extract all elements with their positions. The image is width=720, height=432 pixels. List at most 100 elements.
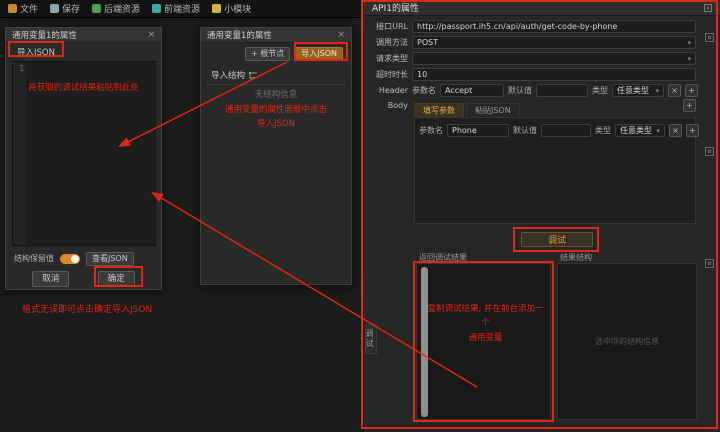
request-type-row: 请求类型 ▾ bbox=[370, 52, 696, 65]
annotation-line: 复制调试结果, 并在前台添加一个 bbox=[427, 304, 544, 329]
import-json-label: 导入JSON bbox=[17, 48, 55, 58]
request-type-label: 请求类型 bbox=[376, 54, 408, 63]
chevron-down-icon: ▾ bbox=[687, 54, 691, 63]
chevron-down-icon: ▾ bbox=[656, 126, 660, 135]
url-input[interactable] bbox=[412, 20, 696, 33]
file-icon bbox=[8, 4, 17, 13]
url-label: 接口URL bbox=[376, 22, 408, 31]
body-label: Body bbox=[387, 101, 408, 110]
tab-paste-json[interactable]: 粘贴JSON bbox=[466, 103, 520, 117]
dock-icon[interactable] bbox=[705, 259, 714, 268]
import-json-dialog: 通用变量1的属性 × 导入JSON 1 将获取的调试结果粘贴到此处 结构保留值 … bbox=[5, 27, 162, 290]
url-row: 接口URL bbox=[370, 20, 696, 33]
scrollbar[interactable] bbox=[421, 267, 428, 417]
annotation-result-hint: 复制调试结果, 并在前台添加一个 通用变量 bbox=[425, 302, 546, 345]
menu-item-save[interactable]: 保存 bbox=[50, 2, 80, 15]
close-icon[interactable]: × bbox=[147, 30, 155, 40]
keep-structure-row: 结构保留值 查看JSON bbox=[14, 252, 134, 266]
type-label: 类型 bbox=[592, 86, 608, 95]
annotation-panel-hint: 通用变量的属性面板中点击 导入JSON bbox=[201, 103, 351, 131]
backend-resources-icon bbox=[92, 4, 102, 13]
debug-result-box[interactable]: 复制调试结果, 并在前台添加一个 通用变量 bbox=[416, 263, 551, 420]
body-tabs: 填写参数 粘贴JSON bbox=[414, 103, 520, 117]
tab-fill-params[interactable]: 填写参数 bbox=[414, 103, 464, 117]
menubar: 文件 保存 后端资源 前端资源 小模块 bbox=[0, 0, 363, 18]
menu-item-label: 保存 bbox=[62, 5, 81, 15]
chevron-down-icon: ▾ bbox=[655, 86, 659, 95]
annotation-bottom-hint: 格式无误即可点击确定导入JSON bbox=[22, 305, 153, 315]
dialog-title: 通用变量1的属性 bbox=[207, 31, 272, 41]
import-structure-text: 导入结构 bbox=[211, 71, 246, 81]
dialog-title: 通用变量1的属性 bbox=[12, 31, 77, 41]
header-default-input[interactable] bbox=[536, 84, 588, 97]
body-params-panel: 参数名 默认值 类型 任意类型 ▾ × + bbox=[414, 117, 699, 224]
import-json-button[interactable]: 导入JSON bbox=[295, 47, 343, 61]
add-root-node-button[interactable]: + 根节点 bbox=[245, 47, 291, 61]
add-body-param-button[interactable]: + bbox=[683, 99, 696, 112]
type-label: 类型 bbox=[595, 126, 611, 135]
param-type-select[interactable]: 任意类型 ▾ bbox=[615, 124, 665, 137]
chevron-down-icon: ▾ bbox=[687, 38, 691, 47]
view-json-button[interactable]: 查看JSON bbox=[86, 252, 134, 266]
variable-properties-dialog: 通用变量1的属性 × + 根节点 导入JSON 导入结构 无结构信息 通用变量的… bbox=[200, 27, 352, 285]
menu-item-label: 后端资源 bbox=[104, 5, 141, 15]
header-label: Header bbox=[378, 86, 408, 95]
menu-item-file[interactable]: 文件 bbox=[8, 2, 38, 15]
api-panel-titlebar: API1的属性 bbox=[364, 0, 720, 16]
method-select[interactable]: POST ▾ bbox=[412, 36, 696, 49]
method-label: 调用方法 bbox=[376, 38, 408, 47]
menu-item-backend-resources[interactable]: 后端资源 bbox=[92, 2, 140, 15]
save-icon bbox=[50, 4, 60, 13]
header-type-value: 任意类型 bbox=[617, 86, 649, 95]
debug-side-tab[interactable]: 调试 bbox=[365, 324, 377, 354]
add-header-button[interactable]: + bbox=[685, 84, 698, 97]
dock-panel-icon[interactable] bbox=[704, 3, 712, 12]
structure-tree-icon bbox=[249, 71, 258, 79]
remove-param-button[interactable]: × bbox=[669, 124, 682, 137]
menu-item-frontend-resources[interactable]: 前端资源 bbox=[152, 2, 200, 15]
api-panel-title: API1的属性 bbox=[372, 4, 419, 14]
close-icon[interactable]: × bbox=[337, 30, 345, 40]
dialog-titlebar: 通用变量1的属性 × bbox=[6, 28, 161, 43]
header-param-input[interactable] bbox=[440, 84, 504, 97]
annotation-line: 通用变量的属性面板中点击 bbox=[224, 105, 327, 115]
menu-item-label: 文件 bbox=[20, 5, 39, 15]
divider bbox=[207, 84, 345, 85]
default-value-label: 默认值 bbox=[508, 86, 532, 95]
module-icon bbox=[212, 4, 222, 13]
app-root: 文件 保存 后端资源 前端资源 小模块 通用变量1的属性 × 导入JSON 1 bbox=[0, 0, 720, 432]
editor-gutter: 1 bbox=[13, 62, 26, 245]
remove-header-button[interactable]: × bbox=[668, 84, 681, 97]
cancel-button[interactable]: 取消 bbox=[32, 271, 70, 288]
header-row: Header 参数名 默认值 类型 任意类型 ▾ × + bbox=[370, 84, 698, 97]
result-structure-title: 结果结构 bbox=[560, 253, 592, 262]
dialog-buttons: 取消 确定 bbox=[6, 271, 161, 288]
header-type-select[interactable]: 任意类型 ▾ bbox=[612, 84, 664, 97]
add-param-button[interactable]: + bbox=[686, 124, 699, 137]
param-name-label: 参数名 bbox=[412, 86, 436, 95]
import-structure-label: 导入结构 bbox=[211, 69, 258, 81]
no-structure-text: 无结构信息 bbox=[254, 90, 298, 100]
param-default-input[interactable] bbox=[541, 124, 591, 137]
keep-structure-toggle[interactable] bbox=[60, 253, 80, 264]
frontend-resources-icon bbox=[152, 4, 162, 13]
api-properties-panel: API1的属性 接口URL 调用方法 POST ▾ 请求类型 ▾ 超时时长 bbox=[363, 0, 720, 432]
json-editor[interactable]: 1 bbox=[12, 61, 156, 246]
structure-actions: + 根节点 导入JSON bbox=[245, 47, 343, 61]
menu-item-module[interactable]: 小模块 bbox=[212, 2, 251, 15]
result-structure-box[interactable]: 选中项的结构信息 bbox=[557, 263, 697, 420]
param-name-input[interactable] bbox=[447, 124, 509, 137]
request-type-select[interactable]: ▾ bbox=[412, 52, 696, 65]
menu-item-label: 前端资源 bbox=[164, 5, 201, 15]
annotation-line: 导入JSON bbox=[257, 119, 295, 130]
method-row: 调用方法 POST ▾ bbox=[370, 36, 696, 49]
menu-item-label: 小模块 bbox=[224, 5, 252, 15]
default-value-label: 默认值 bbox=[513, 126, 537, 135]
timeout-label: 超时时长 bbox=[376, 70, 408, 79]
dock-icon[interactable] bbox=[705, 33, 714, 42]
confirm-button[interactable]: 确定 bbox=[97, 271, 135, 288]
debug-button[interactable]: 调试 bbox=[521, 232, 593, 247]
param-row: 参数名 默认值 类型 任意类型 ▾ × + bbox=[419, 124, 699, 137]
dock-icon[interactable] bbox=[705, 147, 714, 156]
timeout-input[interactable] bbox=[412, 68, 696, 81]
